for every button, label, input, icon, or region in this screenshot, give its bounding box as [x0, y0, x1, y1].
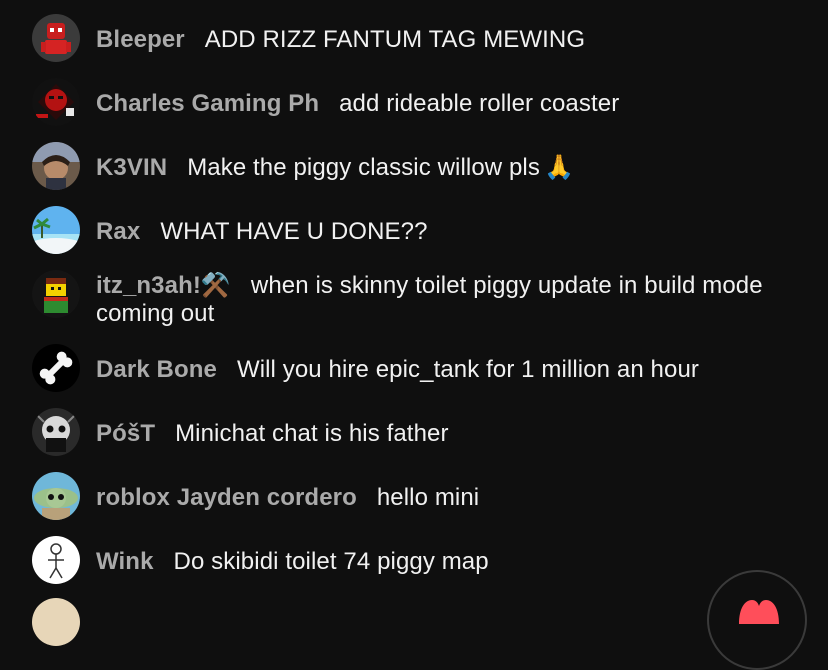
- photo-avatar[interactable]: [32, 142, 80, 190]
- chat-message-body: Charles Gaming Ph add rideable roller coa…: [96, 89, 796, 118]
- chat-text: Make the piggy classic willow pls: [187, 154, 540, 181]
- chat-author[interactable]: Bleeper: [96, 26, 185, 53]
- red-mask-avatar[interactable]: [32, 78, 80, 126]
- chat-author[interactable]: itz_n3ah!⚒️: [96, 272, 231, 299]
- next-message-avatar[interactable]: [32, 598, 80, 646]
- chat-author[interactable]: Charles Gaming Ph: [96, 90, 319, 117]
- chat-message-body: K3VIN Make the piggy classic willow pls 🙏: [96, 153, 796, 182]
- chat-message-body: roblox Jayden cordero hello mini: [96, 483, 796, 512]
- chat-message-body: Bleeper ADD RIZZ FANTUM TAG MEWING: [96, 25, 796, 54]
- chat-text: Do skibidi toilet 74 piggy map: [173, 548, 489, 575]
- yellow-character-avatar[interactable]: [32, 270, 80, 318]
- skull-avatar[interactable]: [32, 408, 80, 456]
- baby-yoda-avatar[interactable]: [32, 472, 80, 520]
- chat-author[interactable]: PóšT: [96, 420, 155, 447]
- chat-message-body: Rax WHAT HAVE U DONE??: [96, 217, 796, 246]
- red-robot-avatar[interactable]: [32, 14, 80, 62]
- chat-text: Minichat chat is his father: [175, 420, 449, 447]
- live-chat-list: Bleeper ADD RIZZ FANTUM TAG MEWING Charle…: [0, 0, 828, 605]
- chat-message-body: Dark Bone Will you hire epic_tank for 1 m…: [96, 355, 796, 384]
- chat-author[interactable]: roblox Jayden cordero: [96, 484, 357, 511]
- reaction-button[interactable]: [707, 570, 807, 670]
- beach-avatar[interactable]: [32, 206, 80, 254]
- bone-avatar[interactable]: [32, 344, 80, 392]
- chat-message-body: Wink Do skibidi toilet 74 piggy map: [96, 547, 796, 576]
- stick-figure-avatar[interactable]: [32, 536, 80, 584]
- chat-message-body: PóšT Minichat chat is his father: [96, 419, 796, 448]
- praying-hands-emoji: 🙏: [543, 154, 574, 181]
- chat-message-body: itz_n3ah!⚒️ when is skinny toilet piggy u…: [96, 272, 796, 328]
- chat-text: ADD RIZZ FANTUM TAG MEWING: [204, 26, 586, 53]
- chat-author[interactable]: Dark Bone: [96, 356, 217, 383]
- chat-text: Will you hire epic_tank for 1 million an…: [236, 356, 699, 383]
- chat-text: WHAT HAVE U DONE??: [160, 218, 428, 245]
- chat-author[interactable]: Rax: [96, 218, 140, 245]
- chat-author[interactable]: Wink: [96, 548, 154, 575]
- chat-text: hello mini: [376, 484, 480, 511]
- chat-author[interactable]: K3VIN: [96, 154, 167, 181]
- heart-icon: [739, 600, 779, 624]
- chat-text: add rideable roller coaster: [339, 90, 620, 117]
